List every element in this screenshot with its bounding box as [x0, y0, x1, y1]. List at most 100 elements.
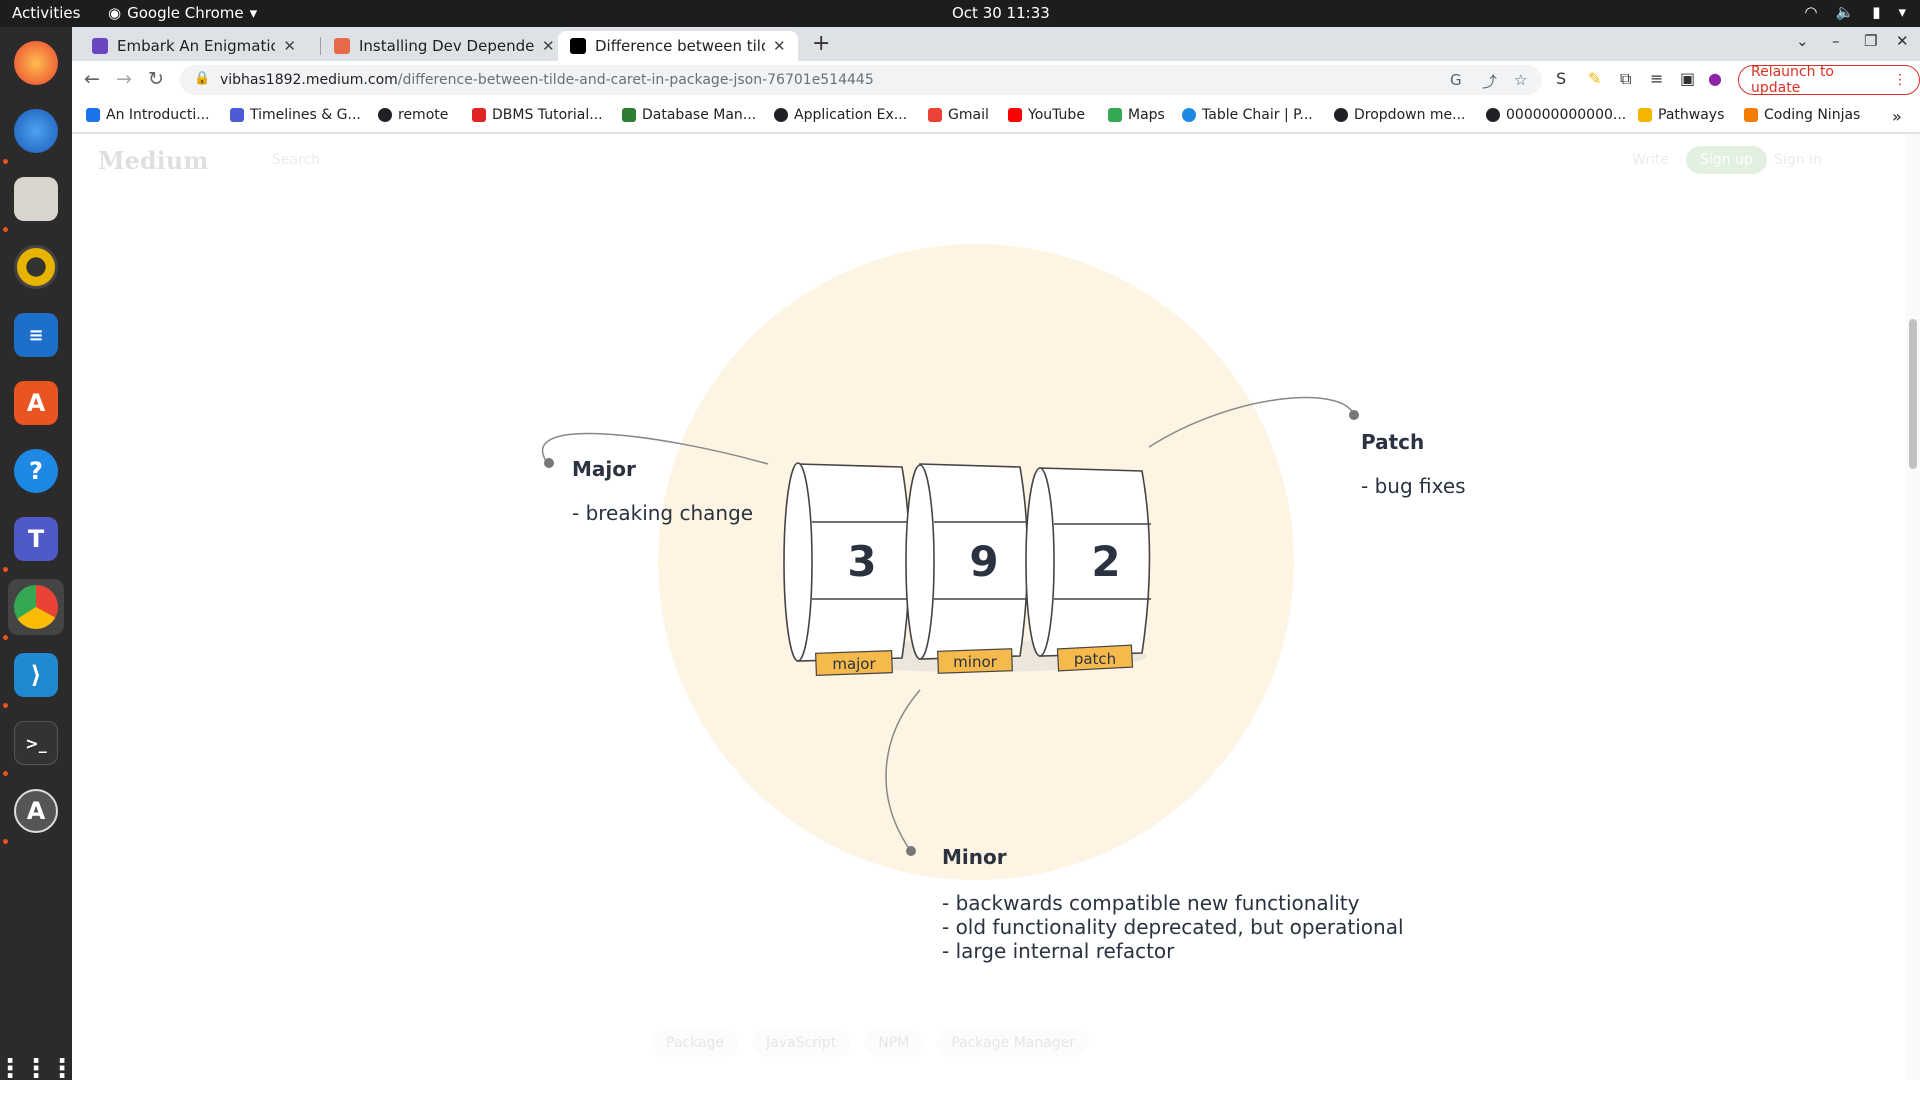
restore-icon[interactable]: ❐: [1864, 32, 1877, 50]
dock-software[interactable]: A: [8, 375, 64, 431]
bookmark-item[interactable]: Maps: [1108, 107, 1165, 123]
bookmark-label: Gmail: [948, 107, 989, 123]
dock-files[interactable]: [8, 171, 64, 227]
dock-firefox[interactable]: [8, 35, 64, 91]
tab-favicon-icon: [92, 38, 108, 54]
address-bar[interactable]: 🔒 vibhas1892.medium.com/difference-betwe…: [180, 65, 1542, 95]
clock[interactable]: Oct 30 11:33: [952, 4, 1050, 22]
dock-rhythmbox[interactable]: [8, 239, 64, 295]
reload-icon[interactable]: ↻: [148, 68, 164, 90]
dock-terminal[interactable]: >_: [8, 715, 64, 771]
activities-button[interactable]: Activities: [12, 4, 80, 22]
minor-title: Minor: [942, 845, 1007, 869]
bookmark-item[interactable]: Table Chair | P...: [1182, 107, 1313, 123]
minimize-icon[interactable]: –: [1832, 32, 1840, 50]
bookmark-label: Coding Ninjas: [1764, 107, 1861, 123]
tab-difference-tilde[interactable]: Difference between tilde ✕: [558, 31, 798, 61]
tab-search-icon[interactable]: ⌄: [1796, 32, 1809, 50]
bookmark-favicon-icon: [622, 108, 636, 122]
bookmark-favicon-icon: [230, 108, 244, 122]
article-tag[interactable]: NPM: [864, 1029, 924, 1057]
major-connector-dot: [544, 458, 554, 468]
browser-chrome: Embark An Enigmatic Jou ✕ Installing Dev…: [72, 27, 1920, 134]
extension-s-icon[interactable]: S: [1556, 69, 1566, 88]
chrome-icon: [14, 585, 58, 629]
lock-icon: 🔒: [194, 71, 211, 86]
bookmark-item[interactable]: Dropdown me...: [1334, 107, 1466, 123]
help-icon: ?: [14, 449, 58, 493]
bookmark-item[interactable]: Coding Ninjas: [1744, 107, 1860, 123]
chevron-down-icon: ▾: [249, 4, 258, 22]
running-indicator: [3, 227, 8, 232]
dock-teams[interactable]: T: [8, 511, 64, 567]
bookmark-item[interactable]: remote: [378, 107, 448, 123]
dock-updater[interactable]: A: [8, 783, 64, 839]
app-menu[interactable]: ◉ Google Chrome ▾: [108, 4, 257, 22]
extensions-puzzle-icon[interactable]: ⧉: [1620, 69, 1631, 89]
forward-icon[interactable]: →: [116, 68, 132, 90]
extension-highlighter-icon[interactable]: ✎: [1588, 69, 1601, 88]
relaunch-to-update-button[interactable]: Relaunch to update ⋮: [1738, 64, 1920, 96]
article-tag[interactable]: Package Manager: [937, 1029, 1090, 1057]
bookmark-item[interactable]: An Introducti...: [86, 107, 210, 123]
bookmark-item[interactable]: Gmail: [928, 107, 989, 123]
url-path: /difference-between-tilde-and-caret-in-p…: [397, 72, 874, 88]
system-tray[interactable]: ◠ 🔈 ▮ ▾: [1804, 3, 1906, 21]
page-scrollbar[interactable]: [1906, 134, 1920, 1080]
semver-diagram: 3 9 2 major minor patch Major - breaking…: [541, 244, 1466, 963]
bookmark-favicon-icon: [1486, 108, 1500, 122]
bookmark-item[interactable]: Pathways: [1638, 107, 1724, 123]
bookmark-item[interactable]: YouTube: [1008, 107, 1085, 123]
google-lens-icon[interactable]: G: [1450, 71, 1462, 89]
close-icon[interactable]: ✕: [283, 37, 296, 55]
patch-title: Patch: [1361, 430, 1424, 454]
minor-description-line: - large internal refactor: [942, 939, 1175, 963]
dock-thunderbird[interactable]: [8, 103, 64, 159]
bookmark-label: DBMS Tutorial...: [492, 107, 603, 123]
new-tab-button[interactable]: +: [812, 31, 830, 56]
bookmark-label: Table Chair | P...: [1202, 107, 1313, 123]
thunderbird-icon: [14, 109, 58, 153]
share-icon[interactable]: ⤴: [1482, 71, 1497, 92]
article-tag[interactable]: JavaScript: [752, 1029, 851, 1057]
bookmark-favicon-icon: [472, 108, 486, 122]
patch-tag: patch: [1056, 644, 1134, 672]
bookmark-item[interactable]: Database Man...: [622, 107, 756, 123]
minor-connector-dot: [906, 846, 916, 856]
close-window-icon[interactable]: ✕: [1896, 32, 1909, 50]
dock-writer[interactable]: ≡: [8, 307, 64, 363]
minor-tag-label: minor: [953, 653, 997, 671]
chrome-icon: ◉: [108, 4, 122, 22]
gmail-icon: [928, 108, 942, 122]
bookmark-item[interactable]: Application Ex...: [774, 107, 907, 123]
reading-list-icon[interactable]: ≡: [1650, 69, 1663, 88]
running-indicator: [3, 839, 8, 844]
minor-description-line: - backwards compatible new functionality: [942, 891, 1360, 915]
dock-show-apps[interactable]: ⋮⋮⋮: [0, 1041, 75, 1097]
patch-connector-dot: [1349, 410, 1359, 420]
close-icon[interactable]: ✕: [542, 37, 555, 55]
article-tag[interactable]: Package: [652, 1029, 739, 1057]
side-panel-icon[interactable]: ▣: [1680, 69, 1695, 88]
bookmark-item[interactable]: Timelines & G...: [230, 107, 361, 123]
software-center-icon: A: [14, 381, 58, 425]
close-icon[interactable]: ✕: [773, 37, 786, 55]
more-bookmarks-icon[interactable]: »: [1892, 107, 1902, 126]
dock-chrome[interactable]: [8, 579, 64, 635]
dock: ≡ A ? T ⟩ >_ A ⋮⋮⋮: [0, 27, 75, 1084]
tab-favicon-icon: [334, 38, 350, 54]
power-menu-icon: ▾: [1898, 3, 1906, 21]
scrollbar-thumb[interactable]: [1909, 319, 1917, 469]
back-icon[interactable]: ←: [84, 68, 100, 90]
dock-help[interactable]: ?: [8, 443, 64, 499]
browser-toolbar: ← → ↻ 🔒 vibhas1892.medium.com/difference…: [72, 61, 1920, 99]
dock-vscode[interactable]: ⟩: [8, 647, 64, 703]
tab-embark[interactable]: Embark An Enigmatic Jou ✕: [80, 31, 308, 61]
bookmark-item[interactable]: 000000000000...: [1486, 107, 1626, 123]
bookmark-item[interactable]: DBMS Tutorial...: [472, 107, 603, 123]
profile-avatar-icon[interactable]: ●: [1708, 69, 1722, 88]
major-digit: 3: [847, 537, 876, 586]
bookmark-label: remote: [398, 107, 449, 123]
minor-digit: 9: [969, 537, 998, 586]
bookmark-star-icon[interactable]: ☆: [1514, 71, 1527, 89]
